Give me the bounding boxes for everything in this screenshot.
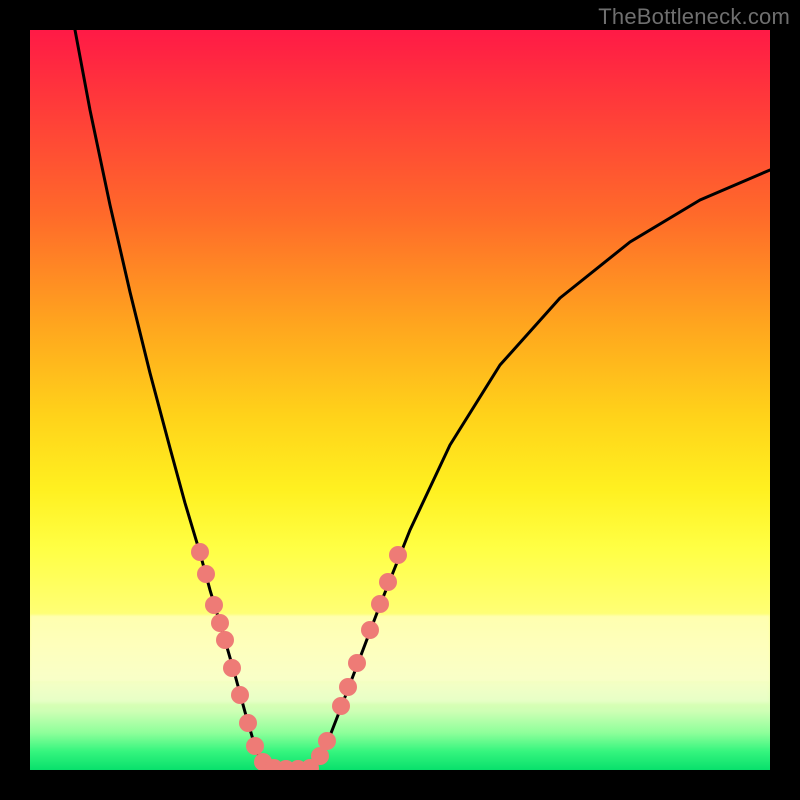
- plot-area: [30, 30, 770, 770]
- highlight-dot: [318, 732, 336, 750]
- highlight-dot: [191, 543, 209, 561]
- series-group: [75, 30, 770, 770]
- series-right-arm: [314, 170, 770, 770]
- highlight-dot: [216, 631, 234, 649]
- highlight-dot: [223, 659, 241, 677]
- watermark-text: TheBottleneck.com: [598, 4, 790, 30]
- dots-group: [191, 543, 407, 770]
- curve-svg: [30, 30, 770, 770]
- highlight-dot: [348, 654, 366, 672]
- highlight-dot: [239, 714, 257, 732]
- highlight-dot: [211, 614, 229, 632]
- highlight-dot: [379, 573, 397, 591]
- highlight-dot: [197, 565, 215, 583]
- highlight-dot: [339, 678, 357, 696]
- highlight-dot: [361, 621, 379, 639]
- chart-stage: TheBottleneck.com: [0, 0, 800, 800]
- highlight-dot: [231, 686, 249, 704]
- highlight-dot: [332, 697, 350, 715]
- highlight-dot: [205, 596, 223, 614]
- series-left-arm: [75, 30, 266, 770]
- highlight-dot: [246, 737, 264, 755]
- highlight-dot: [389, 546, 407, 564]
- highlight-dot: [371, 595, 389, 613]
